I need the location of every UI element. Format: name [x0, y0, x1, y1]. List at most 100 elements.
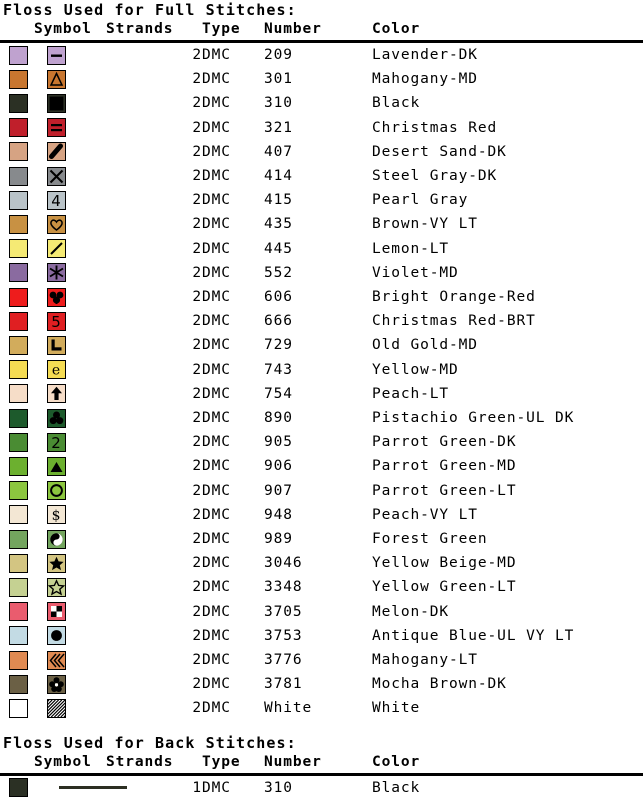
table-row[interactable]: $2 DMC 948 Peach-VY LT: [0, 503, 643, 527]
cell-symbol: e: [34, 358, 106, 382]
table-row[interactable]: 2 DMC 407 Desert Sand-DK: [0, 140, 643, 164]
cell-strands: 2: [192, 410, 202, 427]
cell-swatch: [0, 454, 34, 478]
table-row[interactable]: 2 DMC 310 Black: [0, 91, 643, 115]
table-row[interactable]: 2 DMC 3781 Mocha Brown-DK: [0, 672, 643, 696]
table-row[interactable]: 2 DMC 414 Steel Gray-DK: [0, 164, 643, 188]
cell-type: DMC: [202, 361, 231, 378]
cell-strands: 2: [192, 652, 202, 669]
cell-strands: 1: [192, 779, 202, 796]
cell-color: Yellow-MD: [372, 361, 459, 378]
cell-number: 552: [264, 264, 293, 281]
table-row[interactable]: 2 DMC 606 Bright Orange-Red: [0, 285, 643, 309]
color-swatch: [9, 650, 28, 670]
cell-strands: 2: [192, 240, 202, 257]
cell-strands: 2: [192, 47, 202, 63]
cell-swatch: [0, 358, 34, 382]
cell-symbol: [34, 285, 106, 309]
table-row[interactable]: 2 DMC 3776 Mahogany-LT: [0, 648, 643, 672]
cell-number: 310: [264, 779, 293, 796]
cell-swatch: [0, 527, 34, 551]
table-row[interactable]: 2 DMC 301 Mahogany-MD: [0, 67, 643, 91]
cell-strands: 2: [192, 95, 202, 112]
cell-swatch: [0, 116, 34, 140]
cell-type: DMC: [202, 579, 231, 596]
table-row[interactable]: 2 DMC 989 Forest Green: [0, 527, 643, 551]
cell-strands: 2: [192, 676, 202, 693]
cell-type: DMC: [202, 506, 231, 523]
symbol-cell: 5: [47, 311, 66, 331]
cell-swatch: [0, 164, 34, 188]
table-row[interactable]: e 2 DMC 743 Yellow-MD: [0, 358, 643, 382]
color-swatch: [9, 505, 28, 525]
table-row[interactable]: 2 DMC 754 Peach-LT: [0, 382, 643, 406]
table-row[interactable]: 2 DMC White White: [0, 696, 643, 720]
cell-number: 415: [264, 192, 293, 209]
filled-square-icon: [49, 96, 64, 111]
cell-swatch: [0, 67, 34, 91]
table-row[interactable]: 2 DMC 3046 Yellow Beige-MD: [0, 551, 643, 575]
digit-five-icon: 5: [51, 313, 61, 330]
symbol-cell: e: [47, 360, 66, 380]
table-row[interactable]: 2 DMC 209 Lavender-DK: [0, 43, 643, 67]
full-stitches-header: Symbol Strands Type Number Color: [0, 20, 643, 40]
cell-number: 743: [264, 361, 293, 378]
column-header-blank-back: [0, 753, 34, 773]
cell-number: 3348: [264, 579, 303, 596]
table-row[interactable]: 2 DMC 3753 Antique Blue-UL VY LT: [0, 624, 643, 648]
cell-color: Antique Blue-UL VY LT: [372, 627, 575, 644]
cell-strands: 2: [192, 531, 202, 548]
cell-symbol: [34, 164, 106, 188]
digit-four-icon: 4: [51, 192, 61, 209]
cell-number: 989: [264, 531, 293, 548]
cell-symbol: [34, 91, 106, 115]
table-row[interactable]: 2 DMC 3348 Yellow Green-LT: [0, 575, 643, 599]
cell-symbol: 2: [34, 430, 106, 454]
column-header-blank: [0, 20, 34, 40]
cell-color: Brown-VY LT: [372, 216, 478, 233]
table-row[interactable]: 2 DMC 552 Violet-MD: [0, 261, 643, 285]
table-row[interactable]: 2 2 DMC 905 Parrot Green-DK: [0, 430, 643, 454]
cell-strands: 2: [192, 264, 202, 281]
table-row[interactable]: 2 DMC 435 Brown-VY LT: [0, 212, 643, 236]
color-swatch: [9, 360, 28, 380]
cell-symbol: [34, 43, 106, 67]
cell-swatch: [0, 406, 34, 430]
cell-swatch: [0, 479, 34, 503]
column-header-type-back: Type: [202, 753, 241, 770]
cell-symbol: [34, 212, 106, 236]
clover-dark-icon: [49, 291, 64, 304]
cell-strands: 2: [192, 627, 202, 644]
cell-swatch: [0, 333, 34, 357]
table-row[interactable]: 2 DMC 890 Pistachio Green-UL DK: [0, 406, 643, 430]
table-row[interactable]: 2 DMC 3705 Melon-DK: [0, 600, 643, 624]
table-row[interactable]: 2 DMC 445 Lemon-LT: [0, 237, 643, 261]
asterisk-icon: [49, 265, 64, 280]
color-swatch: [9, 408, 28, 428]
svg-text:$: $: [52, 508, 62, 523]
symbol-cell: [47, 650, 66, 670]
table-row[interactable]: 2 DMC 729 Old Gold-MD: [0, 333, 643, 357]
cell-number: 445: [264, 240, 293, 257]
back-stitches-rows: 1 DMC 310 Black: [0, 776, 643, 800]
table-row[interactable]: 4 2 DMC 415 Pearl Gray: [0, 188, 643, 212]
cell-number: 407: [264, 143, 293, 160]
table-row[interactable]: 2 DMC 906 Parrot Green-MD: [0, 454, 643, 478]
yin-yang-icon: [50, 532, 63, 546]
trefoil-icon: [49, 411, 64, 424]
cell-strands: 2: [192, 434, 202, 451]
cell-type: DMC: [202, 264, 231, 281]
cell-symbol: $: [34, 503, 106, 527]
table-row[interactable]: 5 2 DMC 666 Christmas Red-BRT: [0, 309, 643, 333]
cell-number: 3705: [264, 603, 303, 620]
symbol-cell: [47, 118, 66, 138]
cell-type: DMC: [202, 627, 231, 644]
cell-type: DMC: [202, 337, 231, 354]
color-swatch: [9, 481, 28, 501]
table-row[interactable]: 1 DMC 310 Black: [0, 776, 643, 800]
cell-type: DMC: [202, 313, 231, 330]
column-header-type: Type: [202, 21, 241, 37]
cell-type: DMC: [202, 143, 231, 160]
table-row[interactable]: 2 DMC 907 Parrot Green-LT: [0, 479, 643, 503]
table-row[interactable]: 2 DMC 321 Christmas Red: [0, 116, 643, 140]
